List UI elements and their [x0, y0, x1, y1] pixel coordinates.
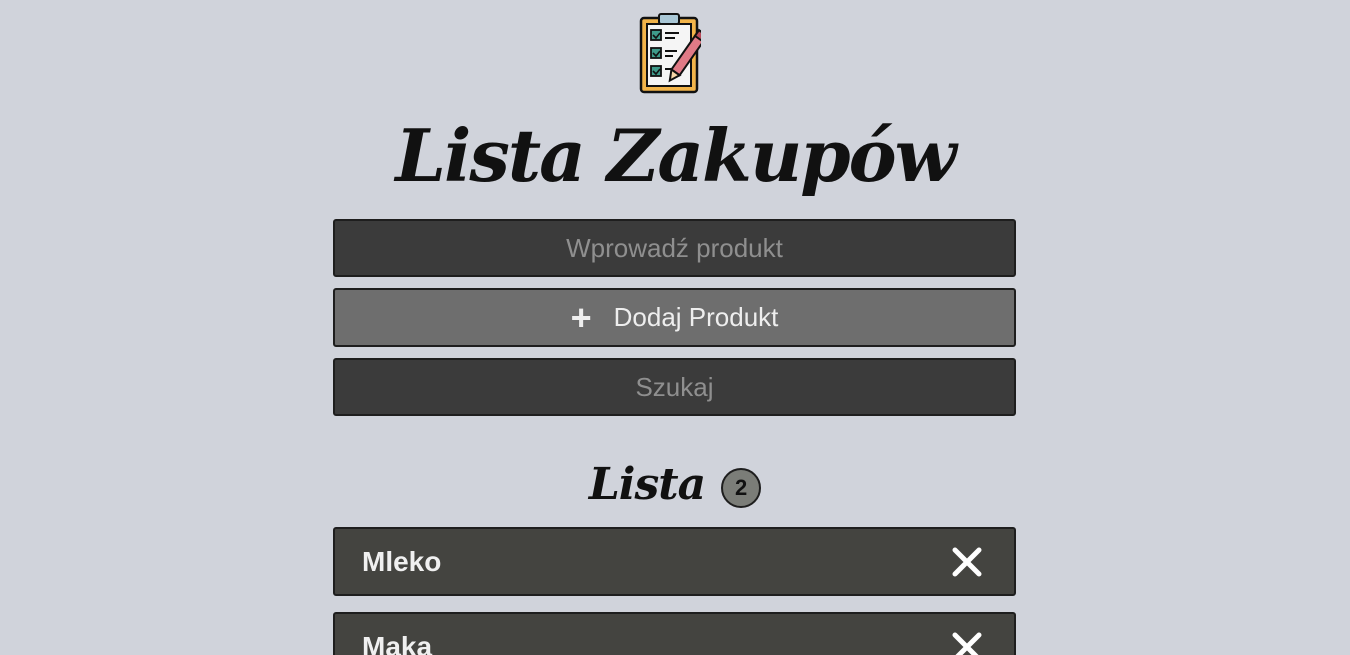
list-title: Lista [588, 459, 706, 510]
list-header: Lista 2 [0, 455, 1350, 515]
close-icon[interactable] [950, 545, 984, 579]
page-title: Lista Zakupów [395, 113, 956, 198]
page: Lista Zakupów + Dodaj Produkt Lista 2 Ml… [0, 0, 1350, 655]
list-item: Maka [333, 612, 1016, 655]
product-input[interactable] [333, 219, 1016, 277]
add-product-label: Dodaj Produkt [613, 302, 779, 332]
list-item: Mleko [333, 527, 1016, 596]
item-label: Maka [362, 630, 433, 655]
count-badge: 2 [721, 468, 762, 508]
clipboard-checklist-icon [639, 13, 701, 94]
search-input[interactable] [333, 358, 1016, 416]
item-label: Mleko [362, 545, 442, 577]
plus-icon: + [570, 296, 592, 338]
close-icon[interactable] [950, 630, 984, 655]
add-product-button[interactable]: + Dodaj Produkt [333, 288, 1016, 347]
